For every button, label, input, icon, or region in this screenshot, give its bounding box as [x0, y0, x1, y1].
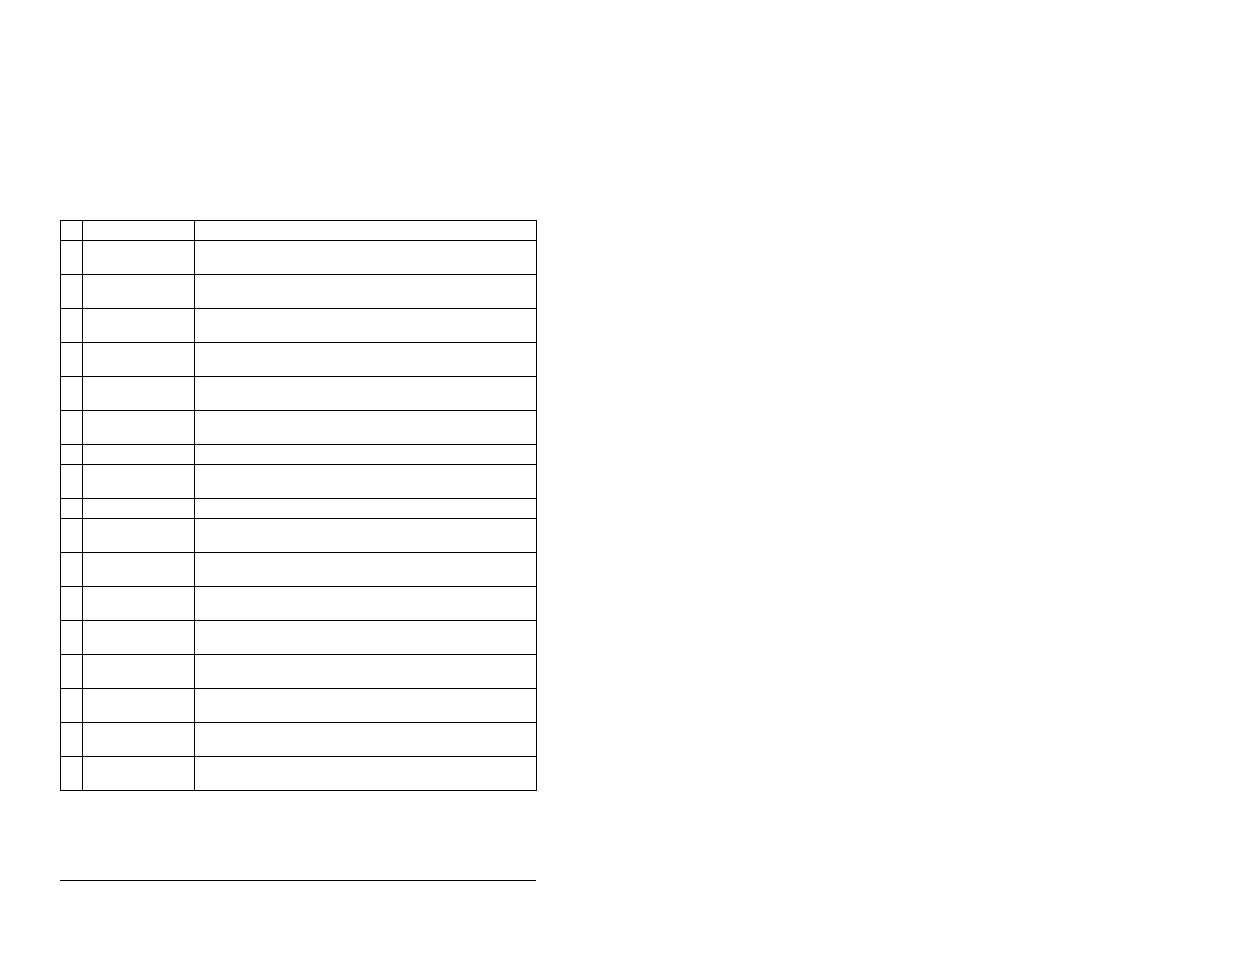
table-row: [61, 343, 537, 377]
table-cell: [61, 465, 83, 499]
horizontal-rule: [60, 880, 536, 881]
table-cell: [61, 723, 83, 757]
table-row: [61, 411, 537, 445]
table-row: [61, 275, 537, 309]
table-cell: [83, 519, 195, 553]
table-cell: [83, 587, 195, 621]
table-cell: [61, 445, 83, 465]
table-cell: [83, 499, 195, 519]
table-cell: [61, 241, 83, 275]
table-cell: [83, 655, 195, 689]
table-cell: [61, 587, 83, 621]
table-row: [61, 377, 537, 411]
table-cell: [83, 689, 195, 723]
table-cell: [83, 241, 195, 275]
table-cell: [61, 221, 83, 241]
table-cell: [195, 689, 537, 723]
table-row: [61, 309, 537, 343]
table-row: [61, 221, 537, 241]
table-row: [61, 241, 537, 275]
table-cell: [83, 309, 195, 343]
table-cell: [195, 309, 537, 343]
table-cell: [195, 411, 537, 445]
table-cell: [83, 221, 195, 241]
table-cell: [195, 499, 537, 519]
table-row: [61, 499, 537, 519]
table-cell: [195, 553, 537, 587]
table-cell: [83, 553, 195, 587]
table-cell: [83, 445, 195, 465]
table-cell: [83, 465, 195, 499]
table-cell: [61, 411, 83, 445]
table-cell: [195, 465, 537, 499]
table-row: [61, 519, 537, 553]
table-row: [61, 689, 537, 723]
table-row: [61, 655, 537, 689]
table-cell: [61, 275, 83, 309]
table-cell: [195, 343, 537, 377]
table-cell: [61, 689, 83, 723]
table-cell: [195, 587, 537, 621]
table-cell: [61, 655, 83, 689]
table-cell: [195, 621, 537, 655]
table-cell: [83, 343, 195, 377]
table-cell: [83, 723, 195, 757]
table-cell: [61, 309, 83, 343]
table-cell: [61, 519, 83, 553]
table-cell: [61, 499, 83, 519]
table-cell: [61, 757, 83, 791]
table-row: [61, 587, 537, 621]
table-cell: [83, 411, 195, 445]
table-cell: [61, 553, 83, 587]
table-cell: [195, 377, 537, 411]
table-row: [61, 553, 537, 587]
table-cell: [195, 445, 537, 465]
table-row: [61, 445, 537, 465]
table-cell: [195, 241, 537, 275]
table-cell: [61, 621, 83, 655]
document-page: [0, 0, 1235, 954]
table-cell: [61, 377, 83, 411]
table-row: [61, 621, 537, 655]
table-cell: [195, 221, 537, 241]
table-cell: [83, 621, 195, 655]
table-cell: [195, 519, 537, 553]
table-cell: [195, 723, 537, 757]
table-cell: [83, 275, 195, 309]
table-row: [61, 465, 537, 499]
table-cell: [83, 757, 195, 791]
data-table: [60, 220, 537, 791]
table-cell: [61, 343, 83, 377]
table-row: [61, 757, 537, 791]
table-cell: [195, 275, 537, 309]
table-cell: [195, 655, 537, 689]
table-cell: [195, 757, 537, 791]
table-cell: [83, 377, 195, 411]
table-row: [61, 723, 537, 757]
